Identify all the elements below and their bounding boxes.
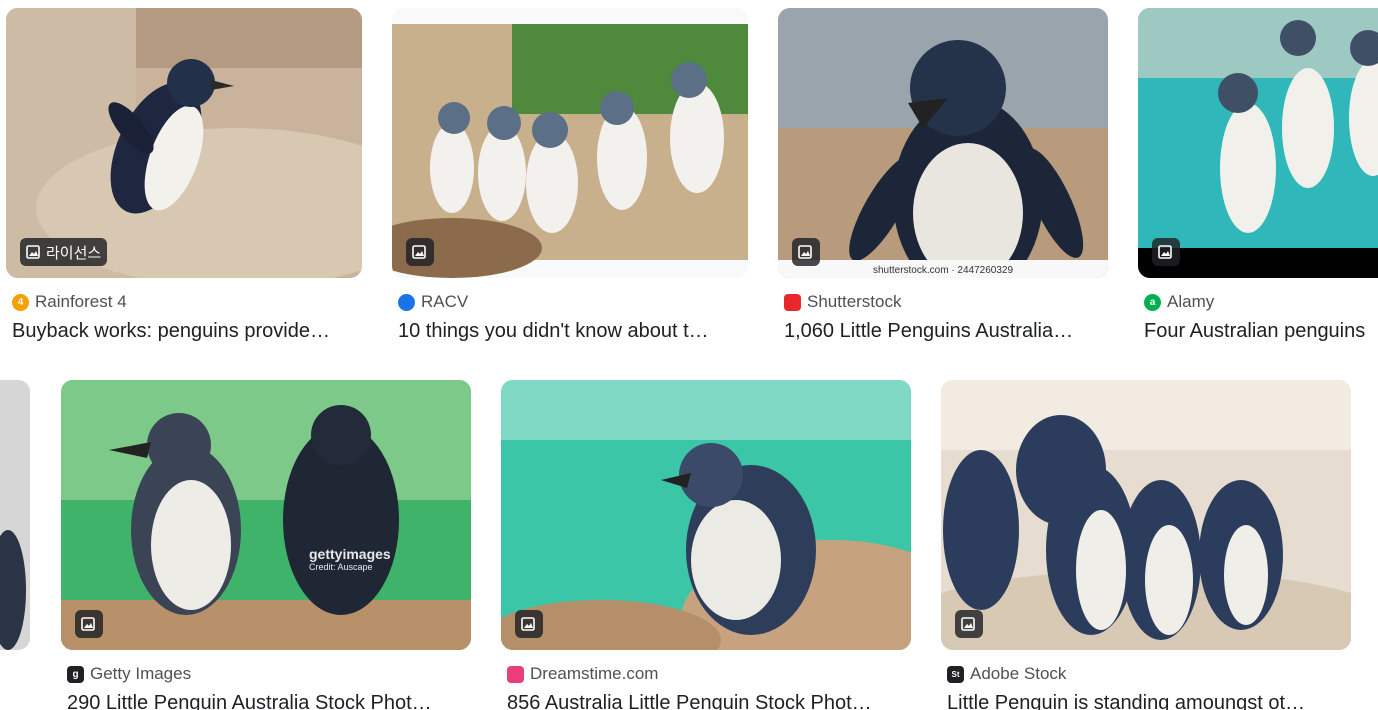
penguin-photo	[61, 380, 471, 650]
result-title[interactable]: Buyback works: penguins provide…	[12, 320, 362, 343]
image-icon	[961, 617, 975, 631]
image-result-card[interactable]: 라이선스 4 Rainforest 4 Buyback works: pengu…	[6, 8, 362, 348]
result-title[interactable]: 856 Australia Little Penguin Stock Phot…	[507, 692, 911, 710]
shutterstock-favicon-icon	[784, 293, 801, 311]
image-icon	[1158, 245, 1172, 259]
image-icon	[81, 617, 95, 631]
result-source[interactable]: g Getty Images	[67, 664, 191, 684]
image-badge[interactable]	[75, 610, 103, 638]
source-name: Alamy	[1167, 292, 1215, 311]
result-source[interactable]: RACV	[398, 292, 468, 312]
license-label: 라이선스	[46, 244, 102, 262]
penguin-photo	[501, 380, 911, 650]
image-icon	[521, 617, 535, 631]
image-result-card[interactable]: a Alamy Four Australian penguins	[1138, 8, 1378, 348]
result-title[interactable]: Four Australian penguins	[1144, 320, 1378, 343]
result-thumbnail[interactable]	[1138, 8, 1378, 278]
image-icon	[798, 245, 812, 259]
alamy-favicon-icon: a	[1144, 293, 1161, 311]
penguin-photo	[941, 380, 1351, 650]
result-title[interactable]: 10 things you didn't know about t…	[398, 320, 748, 343]
result-thumbnail[interactable]: shutterstock.com · 2447260329	[778, 8, 1108, 278]
result-source[interactable]: Shutterstock	[784, 292, 902, 312]
image-badge[interactable]	[1152, 238, 1180, 266]
penguin-photo	[0, 380, 30, 650]
image-badge[interactable]	[406, 238, 434, 266]
image-result-card[interactable]: Dreamstime.com 856 Australia Little Peng…	[501, 380, 911, 710]
result-source[interactable]: St Adobe Stock	[947, 664, 1066, 684]
dreamstime-favicon-icon	[507, 665, 524, 683]
watermark-text: gettyimages Credit: Auscape	[309, 546, 391, 572]
image-badge[interactable]	[792, 238, 820, 266]
source-name: Rainforest 4	[35, 292, 127, 311]
getty-images-favicon-icon: g	[67, 665, 84, 683]
adobe-stock-favicon-icon: St	[947, 665, 964, 683]
rainforest-4-favicon-icon: 4	[12, 293, 29, 311]
image-badge[interactable]	[955, 610, 983, 638]
result-source[interactable]: Dreamstime.com	[507, 664, 658, 684]
result-thumbnail[interactable]: 라이선스	[6, 8, 362, 278]
result-thumbnail[interactable]	[941, 380, 1351, 650]
result-source[interactable]: 4 Rainforest 4	[12, 292, 127, 312]
racv-favicon-icon	[398, 293, 415, 311]
watermark-text: shutterstock.com · 2447260329	[872, 265, 1014, 276]
image-result-card[interactable]: St Adobe Stock Little Penguin is standin…	[941, 380, 1351, 710]
source-name: Getty Images	[90, 664, 192, 683]
source-name: Dreamstime.com	[530, 664, 659, 683]
source-name: Shutterstock	[807, 292, 902, 311]
result-title[interactable]: 1,060 Little Penguins Australia…	[784, 320, 1108, 343]
result-thumbnail[interactable]	[501, 380, 911, 650]
image-icon	[26, 245, 40, 259]
image-results-grid: 라이선스 4 Rainforest 4 Buyback works: pengu…	[0, 0, 1378, 710]
image-badge[interactable]	[515, 610, 543, 638]
source-name: RACV	[421, 292, 469, 311]
result-source[interactable]: a Alamy	[1144, 292, 1214, 312]
image-icon	[412, 245, 426, 259]
source-name: Adobe Stock	[970, 664, 1067, 683]
image-result-card[interactable]: RACV 10 things you didn't know about t…	[392, 8, 748, 348]
result-title[interactable]: 290 Little Penguin Australia Stock Phot…	[67, 692, 471, 710]
license-badge[interactable]: 라이선스	[20, 238, 108, 266]
image-result-card-partial[interactable]	[0, 380, 30, 650]
penguin-photo	[392, 8, 748, 278]
result-thumbnail[interactable]	[392, 8, 748, 278]
image-result-card[interactable]: shutterstock.com · 2447260329 Shuttersto…	[778, 8, 1108, 348]
result-thumbnail[interactable]	[0, 380, 30, 650]
result-thumbnail[interactable]: gettyimages Credit: Auscape	[61, 380, 471, 650]
image-result-card[interactable]: gettyimages Credit: Auscape g Getty Imag…	[61, 380, 471, 710]
result-title[interactable]: Little Penguin is standing amoungst ot…	[947, 692, 1351, 710]
penguin-photo	[778, 8, 1108, 278]
